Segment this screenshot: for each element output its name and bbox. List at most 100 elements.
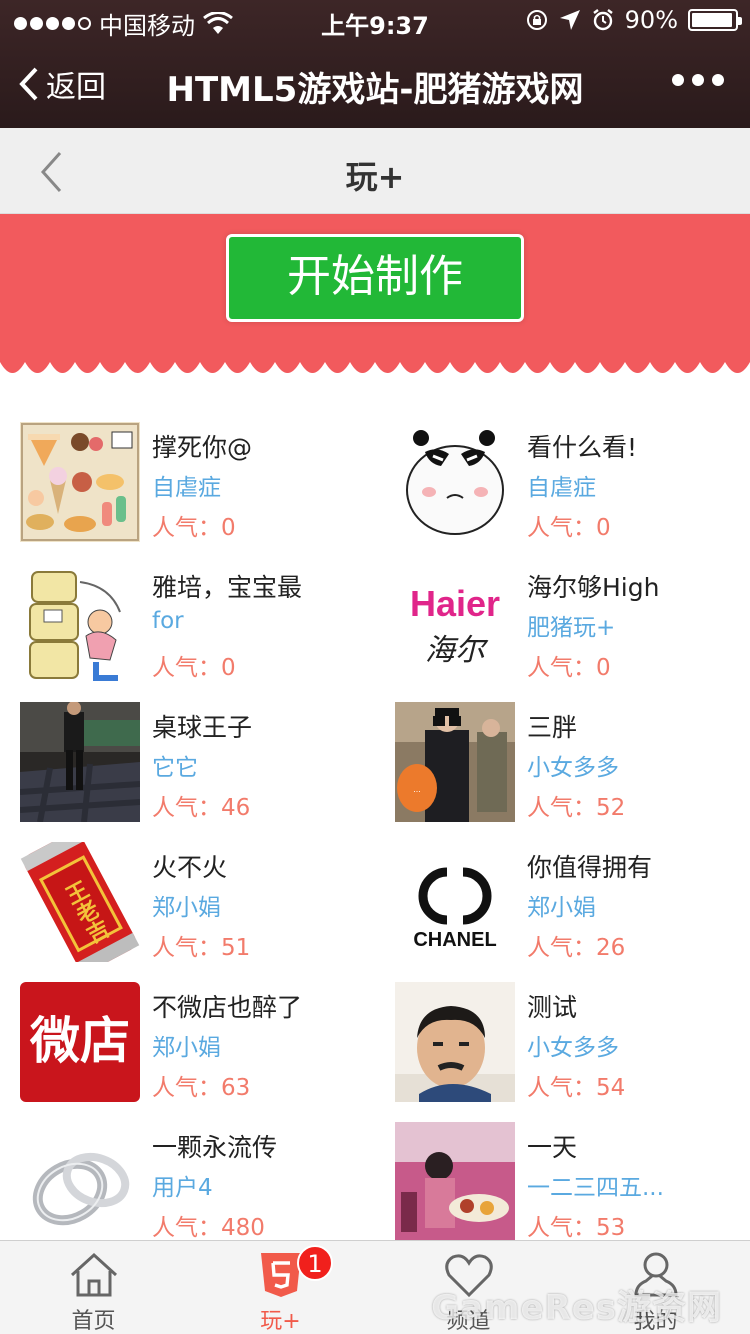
card-popularity: 人气：52 (527, 788, 625, 822)
card-popularity: 人气：51 (152, 928, 250, 962)
popularity-label: 人气： (527, 655, 596, 681)
haier-logo-text: Haier (410, 583, 500, 624)
creation-card[interactable]: 微店 不微店也醉了 郑小娟 人气：63 (20, 982, 380, 1104)
popularity-label: 人气： (527, 935, 596, 961)
creation-card[interactable]: CHANEL 你值得拥有 郑小娟 人气：26 (395, 842, 750, 964)
card-popularity: 人气：63 (152, 1068, 250, 1102)
card-author[interactable]: 肥猪玩+ (527, 608, 749, 642)
card-popularity: 人气：26 (527, 928, 625, 962)
popularity-count: 54 (596, 1075, 626, 1101)
card-title: 一颗永流传 (152, 1133, 278, 1162)
popularity-count: 52 (596, 795, 626, 821)
card-author[interactable]: 自虐症 (152, 468, 374, 502)
popularity-label: 人气： (527, 1075, 596, 1101)
binoculars-photo-icon: ... (395, 702, 515, 822)
card-popularity: 人气：0 (527, 648, 611, 682)
sweets-icon (20, 422, 140, 542)
popularity-label: 人气： (527, 1215, 596, 1241)
boy-photo-icon (395, 982, 515, 1102)
chanel-logo-icon: CHANEL (395, 842, 515, 962)
popularity-label: 人气： (152, 795, 221, 821)
party-photo-icon (395, 1122, 515, 1242)
popularity-label: 人气： (152, 935, 221, 961)
popularity-count: 53 (596, 1215, 626, 1241)
popularity-count: 51 (221, 935, 251, 961)
haier-chinese-text: 海尔 (425, 633, 489, 668)
card-author[interactable]: 郑小娟 (152, 888, 374, 922)
watermark: GameRes游资网 (431, 1288, 722, 1328)
popularity-label: 人气： (152, 1215, 221, 1241)
card-title: 看什么看! (527, 433, 638, 462)
popularity-label: 人气： (152, 1075, 221, 1101)
banner-scallop-edge (0, 362, 750, 384)
popularity-count: 0 (221, 655, 236, 681)
popularity-count: 26 (596, 935, 626, 961)
card-popularity: 人气：480 (152, 1208, 265, 1242)
creation-card[interactable]: Haier 海尔 海尔够High 肥猪玩+ 人气：0 (395, 562, 750, 684)
wechat-header: 中国移动 上午9:37 90% 返回 HTML5游戏站-肥猪游戏网 (0, 0, 750, 128)
card-popularity: 人气：53 (527, 1208, 625, 1242)
card-title: 不微店也醉了 (152, 993, 303, 1022)
card-popularity: 人气：0 (152, 508, 236, 542)
wechat-nav-bar: 返回 HTML5游戏站-肥猪游戏网 (0, 42, 750, 128)
card-author[interactable]: 郑小娟 (152, 1028, 374, 1062)
creation-card[interactable]: 一颗永流传 用户4 人气：480 (20, 1122, 380, 1244)
creation-card[interactable]: 一天 一二三四五... 人气：53 (395, 1122, 750, 1244)
rotation-lock-icon (526, 10, 547, 30)
haier-logo-icon: Haier 海尔 (395, 562, 515, 682)
popularity-label: 人气： (152, 515, 221, 541)
weidian-logo-icon: 微店 (20, 982, 140, 1102)
milk-cans-icon (20, 562, 140, 682)
start-create-button[interactable]: 开始制作 (226, 234, 524, 322)
card-popularity: 人气：46 (152, 788, 250, 822)
rings-icon (20, 1122, 140, 1242)
popularity-count: 480 (221, 1215, 265, 1241)
wechat-page-title: HTML5游戏站-肥猪游戏网 (166, 70, 584, 110)
card-author[interactable]: 小女多多 (527, 748, 749, 782)
card-title: 桌球王子 (152, 713, 253, 742)
card-popularity: 人气：0 (527, 508, 611, 542)
creation-card[interactable]: 王老吉 火不火 郑小娟 人气：51 (20, 842, 380, 964)
card-author[interactable]: 用户4 (152, 1168, 374, 1202)
popularity-count: 0 (221, 515, 236, 541)
creation-card[interactable]: 看什么看! 自虐症 人气：0 (395, 422, 750, 544)
creation-card[interactable]: 桌球王子 它它 人气：46 (20, 702, 380, 824)
wanglaoji-can-icon: 王老吉 (20, 842, 140, 962)
status-bar: 中国移动 上午9:37 90% (0, 0, 750, 42)
page-title: 玩+ (345, 158, 405, 196)
tab-play-plus[interactable]: 1 玩+ (187, 1241, 374, 1334)
home-icon (70, 1252, 117, 1297)
popularity-count: 63 (221, 1075, 251, 1101)
card-title: 雅培，宝宝最 (152, 573, 303, 602)
card-title: 海尔够High (527, 573, 660, 602)
creation-card[interactable]: ... 三胖 小女多多 人气：52 (395, 702, 750, 824)
popularity-count: 46 (221, 795, 251, 821)
creation-card[interactable]: 撑死你@ 自虐症 人气：0 (20, 422, 380, 544)
battery-percent: 90% (624, 6, 678, 34)
weidian-logo-text: 微店 (29, 1012, 130, 1070)
popularity-count: 0 (596, 515, 611, 541)
creation-card[interactable]: 雅培，宝宝最 for 人气：0 (20, 562, 380, 684)
alarm-icon (592, 9, 613, 31)
card-author[interactable]: for (152, 608, 374, 634)
card-title: 撑死你@ (152, 433, 253, 462)
tab-home[interactable]: 首页 (0, 1241, 187, 1334)
card-title: 火不火 (152, 853, 228, 882)
creation-card[interactable]: 测试 小女多多 人气：54 (395, 982, 750, 1104)
card-author[interactable]: 郑小娟 (527, 888, 749, 922)
popularity-label: 人气： (527, 795, 596, 821)
panda-face-icon (395, 422, 515, 542)
card-author[interactable]: 自虐症 (527, 468, 749, 502)
card-author[interactable]: 一二三四五... (527, 1168, 749, 1202)
battery-icon (688, 9, 742, 31)
popularity-label: 人气： (527, 515, 596, 541)
card-popularity: 人气：0 (152, 648, 236, 682)
card-author[interactable]: 小女多多 (527, 1028, 749, 1062)
page-header: 玩+ (0, 128, 750, 214)
card-title: 测试 (527, 993, 578, 1022)
card-popularity: 人气：54 (527, 1068, 625, 1102)
card-author[interactable]: 它它 (152, 748, 374, 782)
popularity-count: 0 (596, 655, 611, 681)
more-options-button[interactable] (672, 74, 724, 86)
billiards-photo-icon (20, 702, 140, 822)
